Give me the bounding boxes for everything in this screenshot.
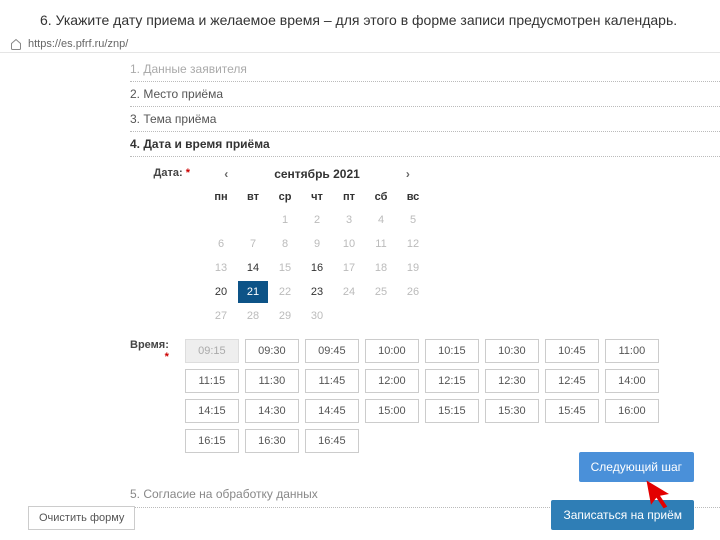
- step-3[interactable]: 3. Тема приёма: [130, 107, 720, 132]
- sign-button[interactable]: Записаться на приём: [551, 500, 694, 530]
- time-slot[interactable]: 15:45: [545, 399, 599, 423]
- cal-month: сентябрь 2021: [274, 167, 360, 181]
- cal-day: 6: [206, 233, 236, 255]
- time-slot[interactable]: 10:30: [485, 339, 539, 363]
- time-slot[interactable]: 11:15: [185, 369, 239, 393]
- time-slot[interactable]: 15:00: [365, 399, 419, 423]
- cal-day: 15: [270, 257, 300, 279]
- clear-button[interactable]: Очистить форму: [28, 506, 135, 530]
- time-slot[interactable]: 09:45: [305, 339, 359, 363]
- time-slot[interactable]: 16:15: [185, 429, 239, 453]
- home-icon: [10, 38, 22, 50]
- cal-day[interactable]: 21: [238, 281, 268, 303]
- cal-prev[interactable]: ‹: [218, 167, 234, 181]
- time-slot[interactable]: 14:30: [245, 399, 299, 423]
- cal-dow: вт: [238, 187, 268, 207]
- next-button[interactable]: Следующий шаг: [579, 452, 694, 482]
- cal-day: 4: [366, 209, 396, 231]
- cal-day: 1: [270, 209, 300, 231]
- cal-day: 7: [238, 233, 268, 255]
- cal-day: 22: [270, 281, 300, 303]
- time-slot[interactable]: 12:45: [545, 369, 599, 393]
- cal-day: 5: [398, 209, 428, 231]
- cal-day[interactable]: 16: [302, 257, 332, 279]
- cal-day: 10: [334, 233, 364, 255]
- cal-dow: чт: [302, 187, 332, 207]
- step-2[interactable]: 2. Место приёма: [130, 82, 720, 107]
- time-slot[interactable]: 09:30: [245, 339, 299, 363]
- cal-day: 28: [238, 305, 268, 327]
- cal-day: 27: [206, 305, 236, 327]
- time-slot[interactable]: 10:00: [365, 339, 419, 363]
- time-slot[interactable]: 10:15: [425, 339, 479, 363]
- cal-day[interactable]: 14: [238, 257, 268, 279]
- time-slot[interactable]: 12:00: [365, 369, 419, 393]
- cal-day[interactable]: 20: [206, 281, 236, 303]
- cal-day[interactable]: 23: [302, 281, 332, 303]
- cal-day: 29: [270, 305, 300, 327]
- instruction-text: 6. Укажите дату приема и желаемое время …: [0, 0, 720, 36]
- cal-day: 17: [334, 257, 364, 279]
- time-slot[interactable]: 16:00: [605, 399, 659, 423]
- cal-day: 8: [270, 233, 300, 255]
- cal-day: [238, 209, 268, 231]
- calendar: ‹ сентябрь 2021 › пнвтсрчтптсбвс12345678…: [206, 167, 428, 327]
- cal-day: 12: [398, 233, 428, 255]
- time-slot: 09:15: [185, 339, 239, 363]
- cal-dow: сб: [366, 187, 396, 207]
- date-label: Дата: *: [130, 167, 190, 179]
- cal-day: 25: [366, 281, 396, 303]
- cal-day: 9: [302, 233, 332, 255]
- time-slot[interactable]: 16:45: [305, 429, 359, 453]
- time-slot[interactable]: 11:30: [245, 369, 299, 393]
- time-slot[interactable]: 11:00: [605, 339, 659, 363]
- time-slots: 09:1509:3009:4510:0010:1510:3010:4511:00…: [185, 339, 700, 453]
- time-slot[interactable]: 16:30: [245, 429, 299, 453]
- cal-day: [206, 209, 236, 231]
- cal-dow: ср: [270, 187, 300, 207]
- url-text: https://es.pfrf.ru/znp/: [28, 38, 128, 50]
- cal-day: 26: [398, 281, 428, 303]
- cal-dow: вс: [398, 187, 428, 207]
- step-1[interactable]: 1. Данные заявителя: [130, 57, 720, 82]
- cal-dow: пт: [334, 187, 364, 207]
- cal-dow: пн: [206, 187, 236, 207]
- cal-day: 18: [366, 257, 396, 279]
- cal-day: 2: [302, 209, 332, 231]
- time-slot[interactable]: 15:15: [425, 399, 479, 423]
- cal-day: 3: [334, 209, 364, 231]
- time-slot[interactable]: 14:15: [185, 399, 239, 423]
- time-slot[interactable]: 10:45: [545, 339, 599, 363]
- cal-day: 13: [206, 257, 236, 279]
- cal-day: 19: [398, 257, 428, 279]
- time-slot[interactable]: 12:30: [485, 369, 539, 393]
- time-slot[interactable]: 14:45: [305, 399, 359, 423]
- browser-bar: https://es.pfrf.ru/znp/: [0, 36, 720, 53]
- time-slot[interactable]: 15:30: [485, 399, 539, 423]
- cal-next[interactable]: ›: [400, 167, 416, 181]
- time-slot[interactable]: 11:45: [305, 369, 359, 393]
- time-slot[interactable]: 14:00: [605, 369, 659, 393]
- step-4[interactable]: 4. Дата и время приёма: [130, 132, 720, 157]
- cal-day: 30: [302, 305, 332, 327]
- cal-day: 24: [334, 281, 364, 303]
- cal-day: 11: [366, 233, 396, 255]
- time-slot[interactable]: 12:15: [425, 369, 479, 393]
- time-label: Время: *: [130, 339, 169, 363]
